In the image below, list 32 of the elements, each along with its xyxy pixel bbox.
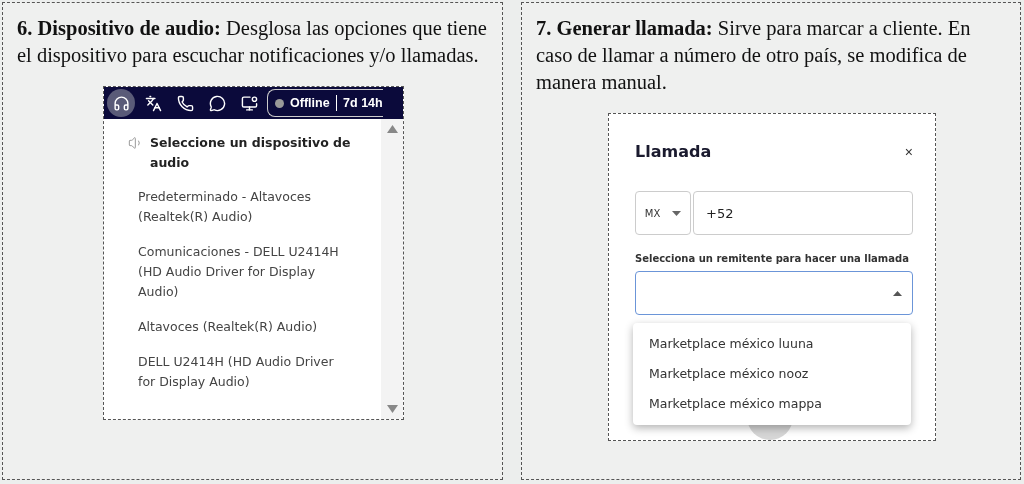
dialog-title: Llamada xyxy=(635,142,712,161)
caret-icon xyxy=(893,290,902,296)
chat-bubble-icon xyxy=(208,94,226,112)
audio-device-option[interactable]: Predeterminado - Altavoces (Realtek(R) Audio) xyxy=(128,187,343,227)
status-timer: 7d 14h xyxy=(343,96,383,110)
close-button[interactable]: × xyxy=(904,143,913,160)
scroll-down-icon[interactable] xyxy=(386,405,398,413)
status-selector[interactable]: Offline 7d 14h xyxy=(267,89,383,117)
text-cursor-icon xyxy=(335,95,338,111)
sender-select[interactable] xyxy=(635,271,913,315)
description: 6. Dispositivo de audio: Desglosa las opciones que tiene el dispositivo para escuchar notificaciones y/o llamadas. xyxy=(17,16,488,69)
audio-device-option[interactable]: Comunicaciones - DELL U2414H (HD Audio Driver for Display Audio) xyxy=(128,242,343,302)
monitor-icon xyxy=(240,94,258,112)
audio-device-option[interactable]: DELL U2414H (HD Audio Driver for Display Audio) xyxy=(128,352,343,392)
sender-option[interactable]: Marketplace méxico mappa xyxy=(633,389,911,419)
country-select[interactable]: MX xyxy=(635,191,691,235)
sender-option[interactable]: Marketplace méxico nooz xyxy=(633,359,911,389)
translate-icon xyxy=(144,94,162,112)
scroll-up-icon[interactable] xyxy=(386,125,398,133)
status-dot-icon xyxy=(275,98,284,108)
phone-input-field[interactable]: +52 xyxy=(693,191,913,235)
headset-icon xyxy=(112,94,130,112)
scrollbar[interactable] xyxy=(381,119,403,419)
field-label: Selecciona un remitente para hacer una llamada xyxy=(635,253,910,264)
status-label: Offline xyxy=(290,96,330,110)
toolbar-button[interactable] xyxy=(107,89,135,117)
caret-icon xyxy=(672,210,682,216)
sender-option[interactable]: Marketplace méxico luuna xyxy=(633,329,911,359)
phone-icon xyxy=(176,94,194,112)
menu-title: Seleccione un dispositivo de audio xyxy=(150,134,352,172)
audio-device-option[interactable]: Altavoces (Realtek(R) Audio) xyxy=(128,317,343,337)
description: 7. Generar llamada: Sirve para marcar a cliente. En caso de llamar a número de otro país, se modifica de manera manual. xyxy=(536,16,972,95)
